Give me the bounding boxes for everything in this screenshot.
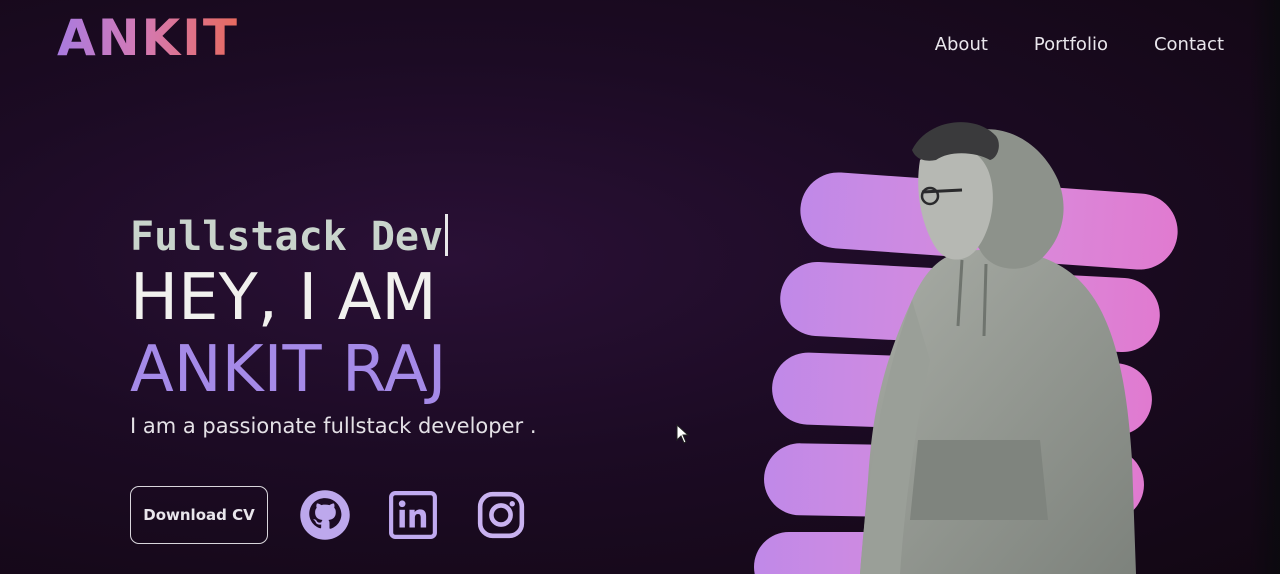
mouse-cursor-icon: [676, 424, 690, 444]
hero-section: Fullstack Dev HEY, I AM ANKIT RAJ I am a…: [130, 212, 537, 438]
typed-role-text: Fullstack Dev: [130, 214, 444, 260]
instagram-icon[interactable]: [474, 488, 528, 542]
hero-greeting: HEY, I AM: [130, 261, 437, 335]
hero-actions: Download CV: [130, 486, 528, 544]
hero-illustration: [740, 100, 1240, 574]
linkedin-icon[interactable]: [386, 488, 440, 542]
nav-contact[interactable]: Contact: [1154, 34, 1224, 55]
hero-tagline: I am a passionate fullstack developer .: [130, 414, 537, 438]
nav-portfolio[interactable]: Portfolio: [1034, 34, 1108, 55]
github-icon[interactable]: [298, 488, 352, 542]
portfolio-page: ANKIT About Portfolio Contact Fullstack …: [0, 0, 1280, 574]
social-links: [298, 488, 528, 542]
text-caret: [445, 214, 449, 256]
typed-role: Fullstack Dev: [130, 212, 537, 262]
main-nav: About Portfolio Contact: [935, 34, 1224, 55]
download-cv-button[interactable]: Download CV: [130, 486, 268, 544]
hero-name: ANKIT RAJ: [130, 333, 447, 407]
brand-logo[interactable]: ANKIT: [57, 8, 239, 68]
nav-about[interactable]: About: [935, 34, 988, 55]
